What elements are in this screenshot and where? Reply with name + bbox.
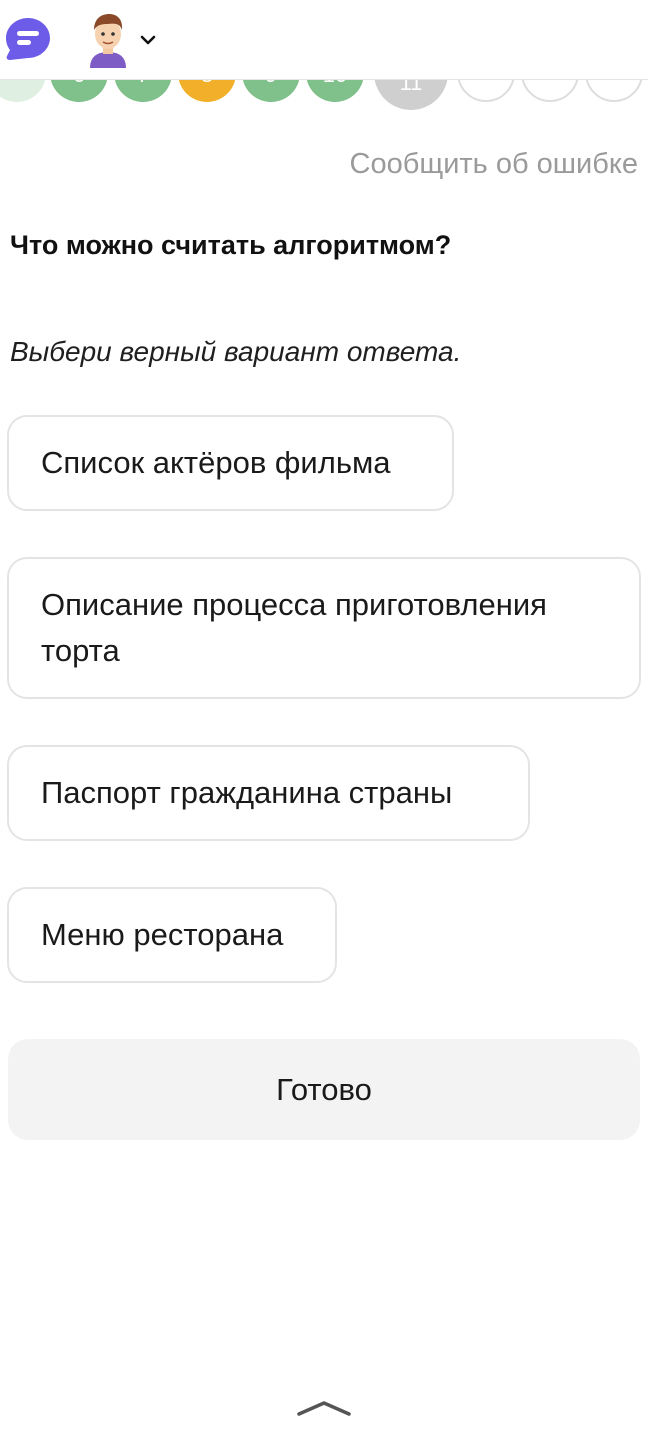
user-avatar-icon[interactable] [84, 12, 132, 68]
chevron-up-icon[interactable] [296, 1398, 352, 1418]
answer-option[interactable]: Меню ресторана [7, 887, 337, 983]
answer-option[interactable]: Паспорт гражданина страны [7, 745, 530, 841]
report-error-link[interactable]: Сообщить об ошибке [350, 148, 638, 181]
answer-option[interactable]: Список актёров фильма [7, 415, 454, 511]
answer-option[interactable]: Описание процесса приготовления торта [7, 557, 641, 699]
top-header [0, 0, 648, 80]
chat-bubble-logo-icon[interactable] [4, 16, 52, 62]
done-button[interactable]: Готово [8, 1039, 640, 1140]
question-title: Что можно считать алгоритмом? [10, 230, 452, 260]
instruction-text: Выбери верный вариант ответа. [10, 336, 462, 367]
chevron-down-icon[interactable] [138, 30, 158, 50]
quiz-page: 6 7 8 9 10 11 12 13 14 [0, 0, 648, 1443]
